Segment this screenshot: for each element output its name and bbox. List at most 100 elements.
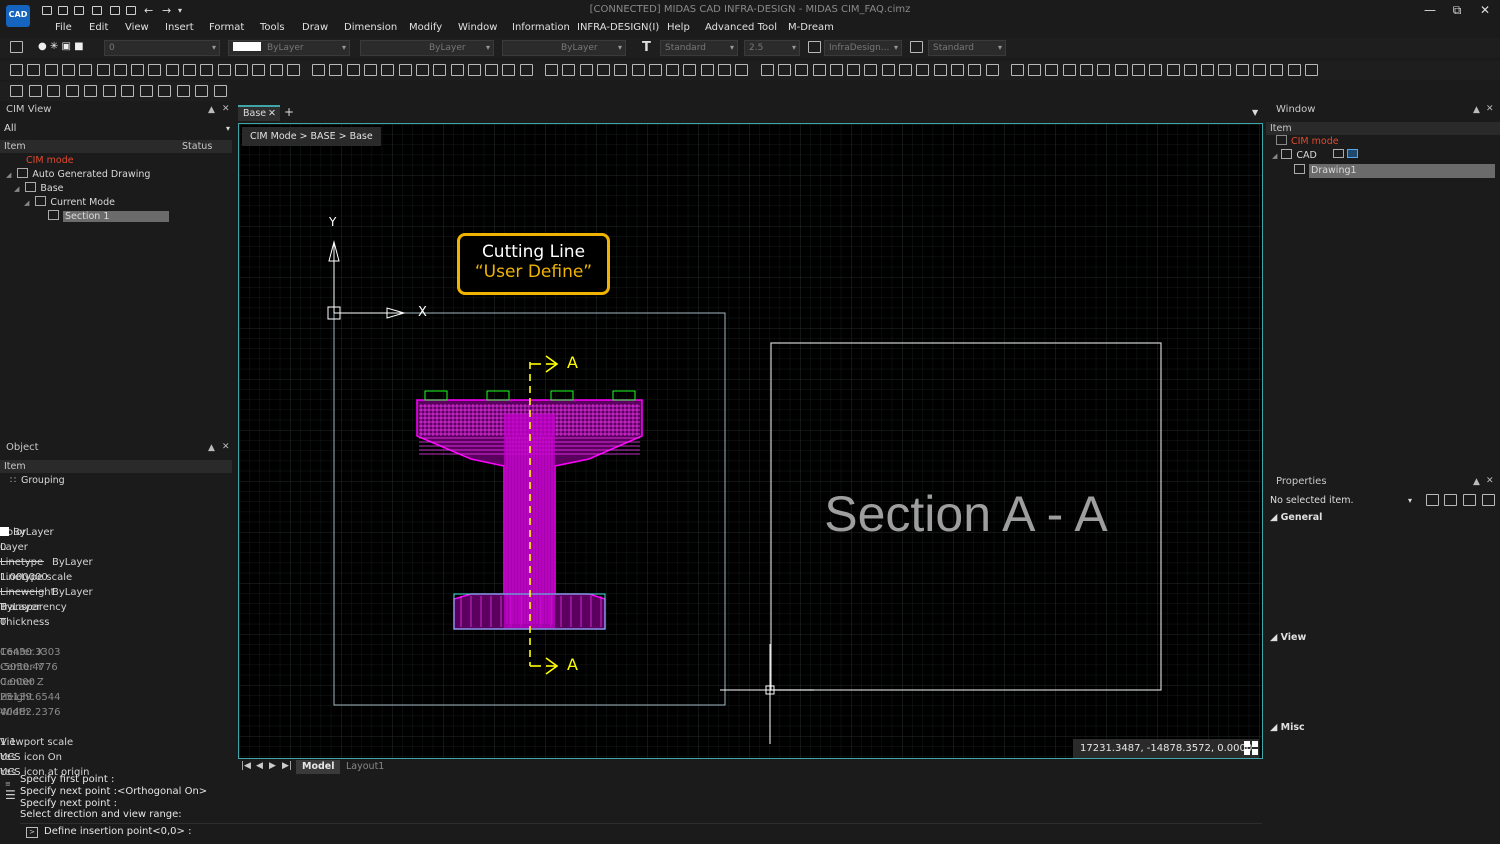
menu-insert[interactable]: Insert	[165, 22, 194, 33]
toolbar-tool-icon[interactable]	[346, 64, 360, 76]
text-height-dropdown[interactable]: 2.5 ▾	[744, 40, 800, 56]
toolbar-tool-icon[interactable]	[213, 85, 227, 97]
menu-format[interactable]: Format	[209, 22, 244, 33]
toolbar-tool-icon[interactable]	[718, 64, 731, 76]
toolbar-tool-icon[interactable]	[1287, 64, 1301, 76]
toolbar-tool-icon[interactable]	[1080, 64, 1093, 76]
toolbar-tool-icon[interactable]	[829, 64, 843, 76]
tree-section-1[interactable]: Section 1	[48, 210, 224, 224]
quick-select-icon[interactable]	[1463, 494, 1476, 506]
toolbar-tool-icon[interactable]	[847, 64, 861, 76]
menu-edit[interactable]: Edit	[89, 22, 108, 33]
toolbar-tool-icon[interactable]	[950, 64, 964, 76]
toolbar-tool-icon[interactable]	[631, 64, 645, 76]
object-grouping[interactable]: ∷ Grouping	[10, 474, 65, 488]
tree-auto-generated-drawing[interactable]: ◢ Auto Generated Drawing	[6, 168, 150, 182]
drawing-canvas[interactable]: CIM Mode > BASE > Base Y X Cutting Line …	[238, 123, 1263, 759]
toolbar-tool-icon[interactable]	[1114, 64, 1128, 76]
minimize-icon[interactable]: —	[1417, 2, 1443, 20]
select-objects-icon[interactable]	[1444, 494, 1457, 506]
close-tab-icon[interactable]: ✕	[268, 107, 276, 121]
toolbar-tool-icon[interactable]	[467, 64, 481, 76]
toolbar-tool-icon[interactable]	[881, 64, 895, 76]
menu-help[interactable]: Help	[667, 22, 690, 33]
property-value[interactable]: Yes	[0, 752, 16, 763]
toolbar-tool-icon[interactable]	[1097, 64, 1111, 76]
toolbar-tool-icon[interactable]	[777, 64, 791, 76]
toolbar-tool-icon[interactable]	[183, 64, 196, 76]
menu-advanced-tool[interactable]: Advanced Tool	[705, 22, 777, 33]
toolbar-tool-icon[interactable]	[200, 64, 214, 76]
tab-model[interactable]: Model	[296, 760, 341, 774]
toolbar-tool-icon[interactable]	[10, 85, 23, 97]
group-misc[interactable]: ◢ Misc	[1270, 722, 1305, 733]
toolbar-tool-icon[interactable]	[899, 64, 912, 76]
toolbar-tool-icon[interactable]	[1218, 64, 1232, 76]
close-panel-icon[interactable]: ✕	[222, 104, 230, 114]
menu-information[interactable]: Information	[512, 22, 570, 33]
toolbar-tool-icon[interactable]	[139, 85, 153, 97]
toolbar-tool-icon[interactable]	[1253, 64, 1266, 76]
pin-icon[interactable]: ▲	[1473, 477, 1480, 487]
table-style-dropdown[interactable]: Standard ▾	[928, 40, 1006, 56]
toggle-pickadd-icon[interactable]	[1426, 494, 1439, 506]
close-panel-icon[interactable]: ✕	[1486, 476, 1494, 486]
toolbar-tool-icon[interactable]	[519, 64, 533, 76]
tree-current-mode[interactable]: ◢ Current Mode	[24, 196, 115, 210]
toolbar-tool-icon[interactable]	[1062, 64, 1076, 76]
toolbar-tool-icon[interactable]	[735, 64, 749, 76]
toolbar-tool-icon[interactable]	[683, 64, 697, 76]
toolbar-tool-icon[interactable]	[329, 64, 343, 76]
toolbar-tool-icon[interactable]	[121, 85, 134, 97]
toolbar-tool-icon[interactable]	[433, 64, 447, 76]
toolbar-tool-icon[interactable]	[1131, 64, 1145, 76]
toolbar-tool-icon[interactable]	[579, 64, 593, 76]
toolbar-tool-icon[interactable]	[545, 64, 558, 76]
pin-icon[interactable]: ▲	[208, 105, 215, 115]
color-dropdown[interactable]: ByLayer ▾	[228, 40, 350, 56]
property-value[interactable]: 1.000000	[0, 572, 48, 583]
window-cad[interactable]: ◢ CAD	[1272, 149, 1358, 163]
toolbar-tool-icon[interactable]	[381, 64, 395, 76]
toolbar-tool-icon[interactable]	[27, 64, 41, 76]
window-drawing1[interactable]: Drawing1	[1294, 164, 1496, 178]
toolbar-tool-icon[interactable]	[269, 64, 283, 76]
match-properties-icon[interactable]	[1482, 494, 1495, 506]
toolbar-tool-icon[interactable]	[10, 64, 23, 76]
window-icon[interactable]	[1332, 149, 1344, 158]
last-layout-icon[interactable]: ▶|	[282, 761, 292, 771]
toolbar-tool-icon[interactable]	[44, 64, 58, 76]
toolbar-tool-icon[interactable]	[562, 64, 576, 76]
toolbar-tool-icon[interactable]	[148, 64, 162, 76]
toolbar-tool-icon[interactable]	[614, 64, 628, 76]
toolbar-tool-icon[interactable]	[1045, 64, 1059, 76]
tree-cim-mode[interactable]: CIM mode	[26, 154, 74, 168]
toolbar-tool-icon[interactable]	[760, 64, 774, 76]
toolbar-tool-icon[interactable]	[96, 64, 110, 76]
toolbar-tool-icon[interactable]	[1304, 64, 1318, 76]
menu-modify[interactable]: Modify	[409, 22, 442, 33]
property-value[interactable]: ByLayer	[0, 527, 54, 538]
pin-icon[interactable]: ▲	[1473, 105, 1480, 115]
lineweight-dropdown[interactable]: ByLayer ▾	[502, 40, 626, 56]
dim-style-icon[interactable]	[808, 41, 821, 53]
toolbar-tool-icon[interactable]	[1166, 64, 1180, 76]
menu-m-dream[interactable]: M-Dream	[788, 22, 834, 33]
property-value[interactable]: ByLayer	[0, 587, 93, 598]
cim-filter-dropdown[interactable]: All ▾	[0, 121, 232, 136]
toolbar-tool-icon[interactable]	[79, 64, 93, 76]
property-value[interactable]: 1:1	[0, 737, 16, 748]
toolbar-tool-icon[interactable]	[864, 64, 878, 76]
property-value[interactable]: ByLayer	[0, 602, 41, 613]
toolbar-tool-icon[interactable]	[158, 85, 171, 97]
menu-draw[interactable]: Draw	[302, 22, 328, 33]
viewport-grid-icon[interactable]	[1244, 741, 1258, 755]
toolbar-tool-icon[interactable]	[252, 64, 266, 76]
text-style-dropdown[interactable]: Standard ▾	[660, 40, 738, 56]
toolbar-tool-icon[interactable]	[195, 85, 208, 97]
toolbar-tool-icon[interactable]	[1235, 64, 1249, 76]
toolbar-tool-icon[interactable]	[28, 85, 42, 97]
toolbar-tool-icon[interactable]	[795, 64, 809, 76]
restore-icon[interactable]: ⧉	[1444, 2, 1470, 20]
toolbar-tool-icon[interactable]	[450, 64, 464, 76]
